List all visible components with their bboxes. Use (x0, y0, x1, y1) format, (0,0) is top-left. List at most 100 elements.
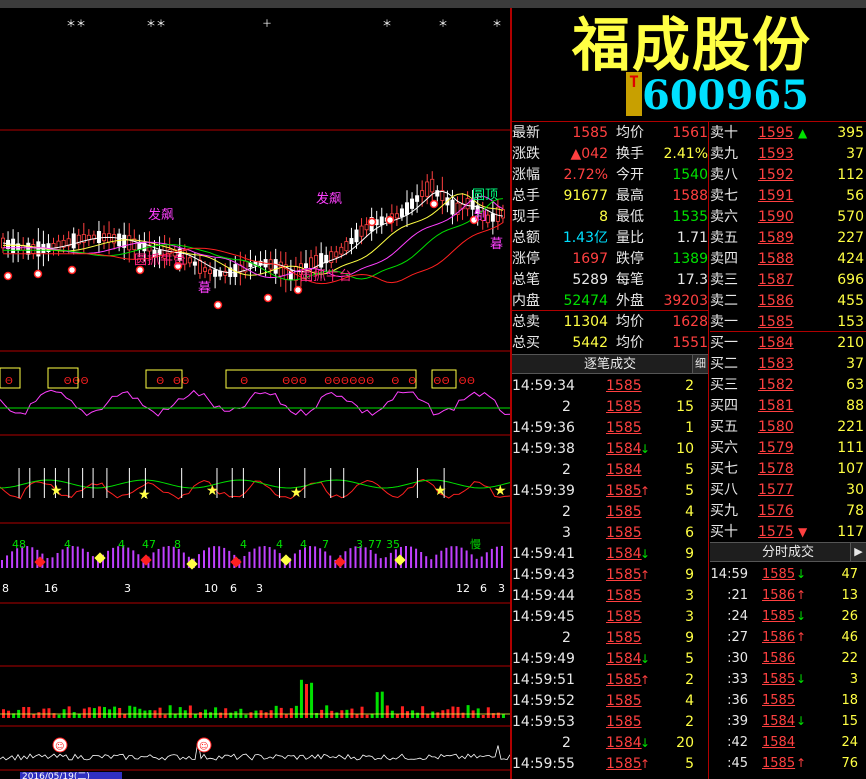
tick-volume: 4 (685, 504, 694, 520)
order-price[interactable]: 1587 (758, 270, 794, 291)
up-arrow-icon: ↑ (796, 756, 807, 770)
order-price[interactable]: 1584 (758, 333, 794, 354)
tick-trade-row[interactable]: 14:59:53 1585 2 (512, 712, 708, 733)
order-price[interactable]: 1583 (758, 354, 794, 375)
candle-body (410, 198, 415, 209)
tick-trade-row[interactable]: 2 1585 4 (512, 502, 708, 523)
minute-trade-row[interactable]: :24 1585 ↓ 26 (710, 606, 866, 627)
tick-trade-row[interactable]: 14:59:45 1585 3 (512, 607, 708, 628)
kline-chart-area[interactable]: ＊＊ ＊＊＋＊＊＊发飙发飙 圆顶圆抓牛台圆抓牛台暮暮制Θ Θ Θ Θ Θ Θ Θ Θ Θ Θ Θ Θ Θ Θ Θ… (0, 8, 510, 779)
t-trade-badge[interactable]: T (626, 72, 642, 116)
indicator-mark: Θ (366, 376, 374, 387)
tick-trade-row[interactable]: 14:59:55 1585 ↑ 5 (512, 754, 708, 775)
order-price[interactable]: 1592 (758, 165, 794, 186)
order-price[interactable]: 1575 (758, 522, 794, 543)
tick-detail-button[interactable]: 细 (692, 355, 708, 373)
minute-trade-row[interactable]: :36 1585 18 (710, 690, 866, 711)
chevron-right-icon[interactable]: ▶ (850, 543, 866, 561)
indicator-mark: Θ (81, 376, 89, 387)
indicator-number: 7 (322, 538, 329, 551)
candle-body (208, 269, 213, 275)
order-price[interactable]: 1591 (758, 186, 794, 207)
sell-order-row[interactable]: 卖九 1593 37 (710, 144, 866, 165)
volume-bar (294, 705, 298, 718)
buy-order-row[interactable]: 买一 1584 210 (710, 333, 866, 354)
star-icon: ★ (494, 483, 507, 499)
tab-minute-trades[interactable]: 分时成交 ▶ (710, 542, 866, 562)
sell-order-row[interactable]: 卖八 1592 112 (710, 165, 866, 186)
order-price[interactable]: 1586 (758, 291, 794, 312)
tab-tick-trades[interactable]: 逐笔成交 细 (512, 354, 708, 374)
tick-trade-row[interactable]: 14:59:43 1585 ↑ 9 (512, 565, 708, 586)
tick-trade-row[interactable]: 14:59:44 1585 3 (512, 586, 708, 607)
tick-trade-row[interactable]: 14:59:39 1585 ↑ 5 (512, 481, 708, 502)
tick-trade-row[interactable]: 14:59:49 1584 ↓ 5 (512, 649, 708, 670)
minute-trade-row[interactable]: :33 1585 ↓ 3 (710, 669, 866, 690)
order-level-label: 买七 (710, 461, 738, 477)
volume-bar (360, 706, 364, 718)
minute-trade-row[interactable]: :21 1586 ↑ 13 (710, 585, 866, 606)
minute-trade-row[interactable]: 14:59 1585 ↓ 47 (710, 564, 866, 585)
order-price[interactable]: 1578 (758, 459, 794, 480)
minute-trade-row[interactable]: :27 1586 ↑ 46 (710, 627, 866, 648)
signal-star-icon: ＊ (492, 19, 502, 30)
tick-trade-row[interactable]: 14:59:41 1584 ↓ 9 (512, 544, 708, 565)
tick-trade-row[interactable]: 3 1585 6 (512, 523, 708, 544)
sell-order-row[interactable]: 卖二 1586 455 (710, 291, 866, 312)
sell-order-row[interactable]: 卖五 1589 227 (710, 228, 866, 249)
order-price[interactable]: 1580 (758, 417, 794, 438)
sell-order-row[interactable]: 卖六 1590 570 (710, 207, 866, 228)
order-price[interactable]: 1590 (758, 207, 794, 228)
order-price[interactable]: 1595 (758, 123, 794, 144)
buy-order-row[interactable]: 买二 1583 37 (710, 354, 866, 375)
indicator-number: 6 (480, 582, 487, 595)
sell-order-row[interactable]: 卖七 1591 56 (710, 186, 866, 207)
indicator-number: 4 (240, 538, 247, 551)
order-price[interactable]: 1588 (758, 249, 794, 270)
minute-trade-row[interactable]: :42 1584 24 (710, 732, 866, 753)
tick-trade-row[interactable]: 2 1585 15 (512, 397, 708, 418)
buy-order-row[interactable]: 买七 1578 107 (710, 459, 866, 480)
tick-trade-row[interactable]: 14:59:52 1585 4 (512, 691, 708, 712)
order-price[interactable]: 1581 (758, 396, 794, 417)
signal-circle-icon (429, 199, 439, 209)
order-price[interactable]: 1589 (758, 228, 794, 249)
sell-order-row[interactable]: 卖三 1587 696 (710, 270, 866, 291)
order-level-label: 卖三 (710, 272, 738, 288)
tick-trade-row[interactable]: 2 1584 ↓ 20 (512, 733, 708, 754)
chart-annotation: 圆抓牛台 (300, 269, 352, 284)
minute-time: :45 (727, 756, 748, 771)
sell-order-row[interactable]: 卖一 1585 153 (710, 312, 866, 333)
buy-order-row[interactable]: 买九 1576 78 (710, 501, 866, 522)
order-price[interactable]: 1585 (758, 312, 794, 333)
sell-order-row[interactable]: 卖四 1588 424 (710, 249, 866, 270)
tick-trade-row[interactable]: 2 1585 9 (512, 628, 708, 649)
minute-trade-row[interactable]: :45 1585 ↑ 76 (710, 753, 866, 774)
signal-star-icon: ＊ (438, 19, 448, 30)
volume-bar (103, 707, 106, 718)
tick-trade-row[interactable]: 2 1584 5 (512, 460, 708, 481)
buy-order-row[interactable]: 买十 1575 ▼ 117 (710, 522, 866, 543)
order-volume: 88 (846, 398, 864, 414)
buy-order-row[interactable]: 买五 1580 221 (710, 417, 866, 438)
tick-time: 14:59:51 (512, 672, 575, 688)
tick-trade-row[interactable]: 14:59:38 1584 ↓ 10 (512, 439, 708, 460)
order-price[interactable]: 1576 (758, 501, 794, 522)
order-price[interactable]: 1593 (758, 144, 794, 165)
buy-order-row[interactable]: 买六 1579 111 (710, 438, 866, 459)
tick-time: 2 (562, 630, 571, 646)
buy-order-row[interactable]: 买八 1577 30 (710, 480, 866, 501)
minute-volume: 15 (841, 714, 858, 729)
tick-trade-row[interactable]: 14:59:51 1585 ↑ 2 (512, 670, 708, 691)
minute-trade-row[interactable]: :39 1584 ↓ 15 (710, 711, 866, 732)
order-price[interactable]: 1579 (758, 438, 794, 459)
sell-order-row[interactable]: 卖十 1595 ▲ 395 (710, 123, 866, 144)
indicator-number: 47 (142, 538, 156, 551)
tick-trade-row[interactable]: 14:59:36 1585 1 (512, 418, 708, 439)
order-price[interactable]: 1582 (758, 375, 794, 396)
buy-order-row[interactable]: 买三 1582 63 (710, 375, 866, 396)
buy-order-row[interactable]: 买四 1581 88 (710, 396, 866, 417)
tick-trade-row[interactable]: 14:59:34 1585 2 (512, 376, 708, 397)
order-price[interactable]: 1577 (758, 480, 794, 501)
minute-trade-row[interactable]: :30 1586 22 (710, 648, 866, 669)
